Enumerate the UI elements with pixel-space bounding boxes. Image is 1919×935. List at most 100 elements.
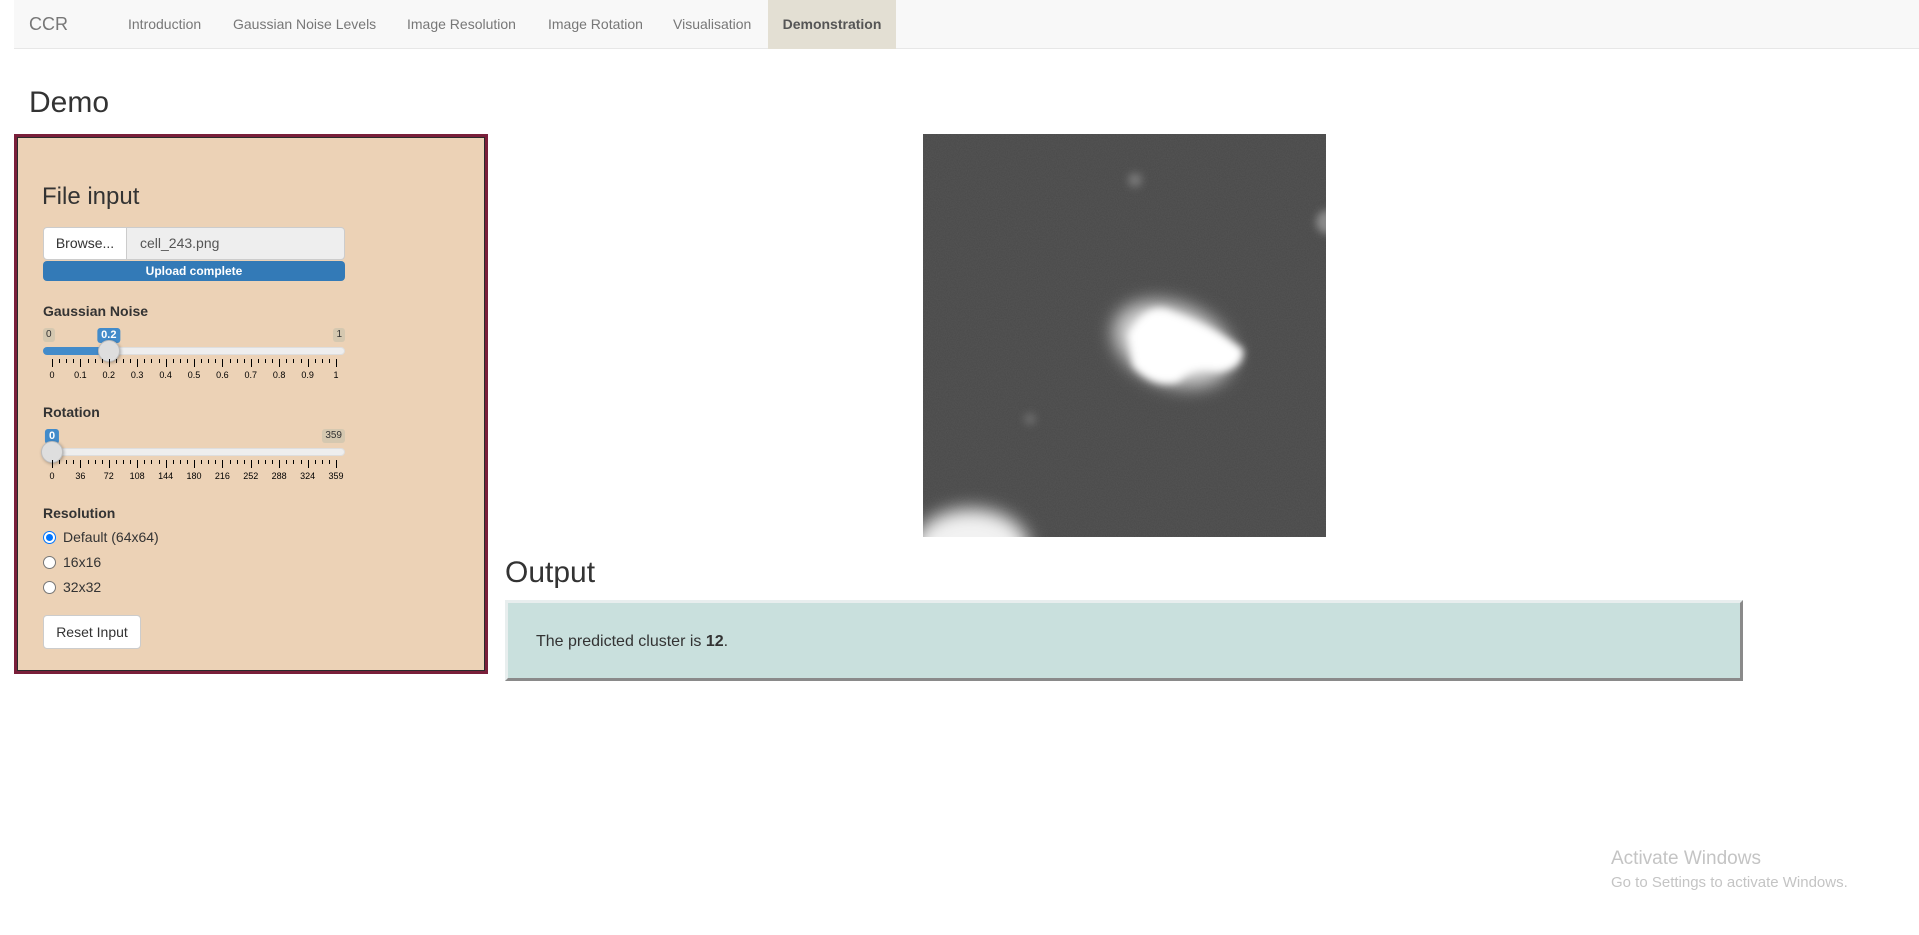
radio-button[interactable]: [43, 556, 56, 569]
slider-minor-tick: [215, 460, 217, 464]
slider-minor-tick: [94, 460, 96, 464]
slider-tick: [52, 359, 53, 367]
slider-tick-label: 0.5: [187, 370, 201, 380]
slider-minor-tick: [293, 359, 295, 363]
slider-tick-label: 324: [300, 471, 316, 481]
slider-minor-tick: [229, 460, 231, 464]
brand-logo[interactable]: CCR: [29, 14, 68, 35]
slider-minor-tick: [73, 359, 75, 363]
slider-tick-label: 0.2: [102, 370, 116, 380]
slider-minor-tick: [186, 460, 188, 464]
slider-minor-tick: [172, 359, 174, 363]
slider-track[interactable]: [43, 448, 345, 456]
slider-minor-tick: [321, 359, 323, 363]
slider-minor-tick: [272, 359, 274, 363]
resolution-label: Resolution: [43, 505, 116, 521]
slider-minor-tick: [101, 460, 103, 464]
output-panel: The predicted cluster is 12.: [505, 600, 1743, 681]
slider-minor-tick: [66, 460, 68, 464]
slider-minor-tick: [115, 359, 117, 363]
slider-minor-tick: [265, 359, 266, 363]
slider-minor-tick: [179, 460, 181, 464]
tab-visualisation[interactable]: Visualisation: [673, 0, 751, 49]
slider-minor-tick: [201, 359, 203, 363]
cell-image-preview: [923, 134, 1326, 537]
slider-minor-tick: [208, 359, 210, 363]
prediction-text: The predicted cluster is 12.: [536, 633, 728, 651]
slider-minor-tick: [172, 460, 174, 464]
slider-minor-tick: [151, 359, 153, 363]
activate-windows-title: Activate Windows: [1611, 848, 1761, 869]
slider-tick: [307, 460, 309, 468]
slider-minor-tick: [186, 359, 188, 363]
slider-tick: [336, 460, 337, 468]
slider-minor-tick: [101, 359, 103, 363]
navbar: CCR Introduction Gaussian Noise Levels I…: [14, 0, 1919, 49]
slider-minor-tick: [151, 460, 153, 464]
file-input-group: Browse... cell_243.png: [43, 227, 345, 260]
slider-minor-tick: [130, 460, 132, 464]
slider-tick-label: 288: [271, 471, 287, 481]
radio-label: Default (64x64): [63, 529, 159, 545]
tab-image-rotation[interactable]: Image Rotation: [548, 0, 643, 49]
slider-minor-tick: [328, 359, 330, 363]
slider-grid: 0 36 72 108 144 180 216 252 288 324 359: [43, 460, 345, 490]
slider-max-label: 359: [322, 429, 345, 443]
output-title: Output: [505, 556, 596, 589]
slider-tick: [165, 460, 167, 468]
predicted-cluster-value: 12: [705, 633, 724, 650]
prediction-suffix: .: [723, 633, 729, 650]
slider-minor-tick: [229, 359, 231, 363]
slider-minor-tick: [73, 460, 75, 464]
tab-gaussian-noise-levels[interactable]: Gaussian Noise Levels: [233, 0, 376, 49]
slider-minor-tick: [243, 359, 245, 363]
tab-demonstration[interactable]: Demonstration: [768, 0, 896, 49]
slider-minor-tick: [130, 359, 132, 363]
slider-tick-label: 0.8: [272, 370, 286, 380]
slider-tick: [250, 460, 252, 468]
gaussian-noise-slider[interactable]: 0 1 0.2 0 0.1 0.2 0.3 0.4 0.5 0.6 0.7 0.8 0.9 1: [43, 328, 345, 398]
browse-button[interactable]: Browse...: [43, 227, 127, 260]
rotation-slider[interactable]: 0 359 0 03672108144180216252288324359: [41, 429, 345, 499]
cell-image: [923, 134, 1326, 537]
slider-minor-tick: [286, 359, 288, 363]
slider-tick-label: 1: [333, 370, 339, 380]
page-title: Demo: [29, 86, 110, 119]
slider-minor-tick: [179, 359, 181, 363]
slider-minor-tick: [144, 359, 146, 363]
tab-image-resolution[interactable]: Image Resolution: [407, 0, 516, 49]
slider-minor-tick: [300, 359, 302, 363]
slider-minor-tick: [265, 460, 266, 464]
slider-minor-tick: [94, 359, 96, 363]
slider-min-label: 0: [43, 328, 55, 342]
slider-minor-tick: [257, 359, 259, 363]
tab-introduction[interactable]: Introduction: [128, 0, 201, 49]
slider-minor-tick: [293, 460, 295, 464]
slider-tick-label: 72: [103, 471, 114, 481]
slider-tick: [165, 359, 167, 367]
slider-grid: 0 0.1 0.2 0.3 0.4 0.5 0.6 0.7 0.8 0.9 1: [43, 359, 345, 389]
slider-max-label: 1: [333, 328, 345, 342]
slider-minor-tick: [314, 359, 316, 363]
slider-tick: [137, 460, 139, 468]
slider-minor-tick: [66, 359, 68, 363]
slider-tick-label: 36: [75, 471, 86, 481]
slider-minor-tick: [314, 460, 316, 464]
file-name-field[interactable]: cell_243.png: [126, 227, 345, 260]
slider-tick: [194, 359, 195, 367]
slider-minor-tick: [236, 359, 238, 363]
slider-minor-tick: [272, 460, 274, 464]
slider-minor-tick: [158, 460, 160, 464]
slider-tick-label: 0: [49, 370, 55, 380]
upload-progress-bar: Upload complete: [43, 261, 345, 281]
slider-minor-tick: [115, 460, 117, 464]
slider-tick: [222, 359, 224, 367]
slider-tick: [279, 359, 281, 367]
reset-input-button[interactable]: Reset Input: [43, 615, 141, 649]
slider-minor-tick: [87, 359, 89, 363]
radio-button[interactable]: [43, 531, 56, 544]
radio-button[interactable]: [43, 581, 56, 594]
slider-minor-tick: [123, 460, 124, 464]
slider-minor-tick: [59, 359, 61, 363]
slider-tick-label: 108: [129, 471, 145, 481]
